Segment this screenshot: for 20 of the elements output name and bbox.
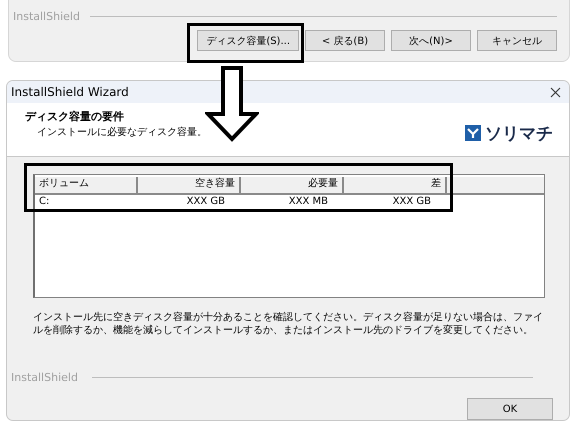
brand-label: InstallShield <box>11 371 78 384</box>
page-subtitle: インストールに必要なディスク容量。 <box>36 126 207 139</box>
wizard-button[interactable]: キャンセル <box>477 30 557 51</box>
table-cell-text: XXX GB <box>392 195 432 209</box>
brand-label: InstallShield <box>13 10 80 23</box>
wizard-button[interactable]: 次へ(N)> <box>391 30 471 51</box>
wizard-button[interactable]: < 戻る(B) <box>305 30 385 51</box>
window-title: InstallShield Wizard <box>11 85 129 99</box>
column-header[interactable]: ボリューム <box>35 177 138 193</box>
wizard-button[interactable]: ディスク容量(S)... <box>197 30 299 51</box>
page-title: ディスク容量の要件 <box>25 109 125 124</box>
info-text: インストール先に空きディスク容量が十分あることを確認してください。ディスク容量が足りない場合は、ファイルを削除するか、機能を減らしてインストールするか、またはインストール先のドライブを変更してください。 <box>33 311 543 337</box>
table-cell-text: XXX GB <box>186 195 226 209</box>
table-cell-text: C: <box>38 195 50 209</box>
column-header[interactable]: 差 <box>344 177 447 193</box>
column-header[interactable]: 必要量 <box>241 177 344 193</box>
column-header[interactable]: 空き容量 <box>138 177 241 193</box>
ok-button[interactable]: OK <box>467 398 553 420</box>
logo-text: ソリマチ <box>485 122 553 144</box>
table-cell-text: XXX MB <box>288 195 329 209</box>
